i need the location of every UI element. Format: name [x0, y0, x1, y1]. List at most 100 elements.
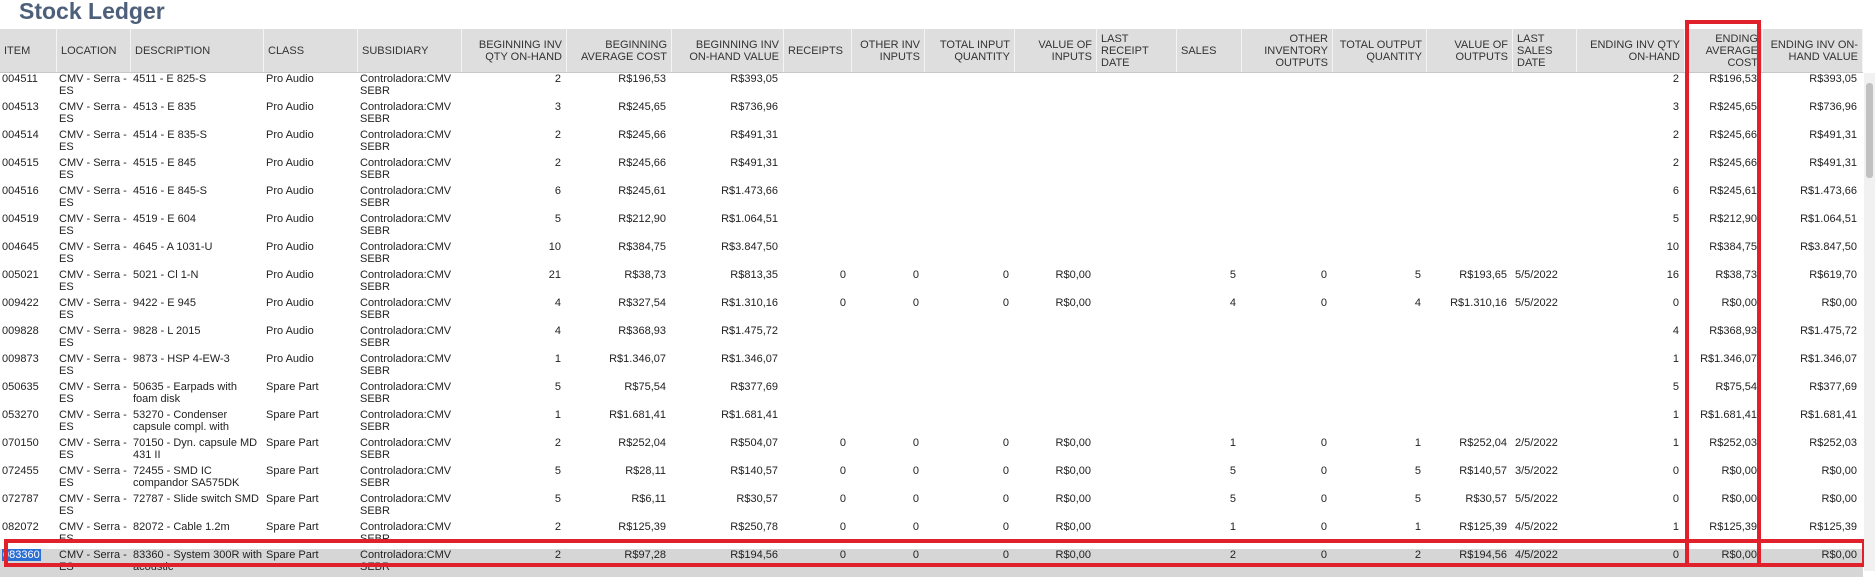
selected-item-text[interactable]: 083360	[2, 549, 41, 561]
cell-item[interactable]: 072787	[0, 493, 57, 507]
cell-item[interactable]: 004511	[0, 73, 57, 87]
cell-total-output	[1333, 185, 1427, 199]
cell-end-val: R$252,03	[1809, 437, 1857, 449]
column-header-class[interactable]: CLASS	[264, 29, 358, 72]
cell-beg-val: R$377,69	[730, 381, 778, 393]
cell-description: 9873 - HSP 4-EW-3	[133, 353, 230, 365]
table-row[interactable]: 082072 CMV - Serra - ES 82072 - Cable 1.2m…	[0, 521, 1863, 549]
table-row[interactable]: 005021 CMV - Serra - ES 5021 - Cl 1-N Pro A…	[0, 269, 1863, 297]
cell-item[interactable]: 072455	[0, 465, 57, 479]
table-row[interactable]: 009828 CMV - Serra - ES 9828 - L 2015 Pro A…	[0, 325, 1863, 353]
cell-beg-qty: 2	[554, 157, 561, 169]
table-row[interactable]: 009422 CMV - Serra - ES 9422 - E 945 Pro Au…	[0, 297, 1863, 325]
cell-end-avg: R$245,65	[1709, 101, 1757, 113]
table-row[interactable]: 053270 CMV - Serra - ES 53270 - Condenser …	[0, 409, 1863, 437]
column-header-sales[interactable]: SALES	[1177, 29, 1242, 72]
cell-last-receipt	[1097, 297, 1177, 311]
column-header-receipts[interactable]: RECEIPTS	[784, 29, 852, 72]
column-header-total-output[interactable]: TOTAL OUTPUT QUANTITY	[1333, 29, 1427, 72]
cell-receipts	[784, 241, 852, 255]
column-header-beg-val[interactable]: BEGINNING INV ON-HAND VALUE	[672, 29, 784, 72]
cell-end-qty: 1	[1672, 437, 1679, 449]
column-header-subsidiary[interactable]: SUBSIDIARY	[358, 29, 462, 72]
column-header-last-receipt[interactable]: LAST RECEIPT DATE	[1097, 29, 1177, 72]
cell-val-inputs: R$0,00	[1055, 521, 1091, 533]
cell-other-inputs	[852, 213, 925, 227]
cell-other-outputs: 0	[1320, 521, 1327, 533]
cell-receipts	[784, 73, 852, 87]
table-row[interactable]: 004514 CMV - Serra - ES 4514 - E 835-S Pro …	[0, 129, 1863, 157]
column-header-total-input[interactable]: TOTAL INPUT QUANTITY	[925, 29, 1015, 72]
cell-beg-val: R$250,78	[730, 521, 778, 533]
cell-total-output	[1333, 353, 1427, 367]
cell-item[interactable]: 083360	[0, 549, 57, 563]
cell-subsidiary: Controladora:CMV SEBR	[360, 409, 452, 433]
cell-item[interactable]: 009873	[0, 353, 57, 367]
cell-item[interactable]: 004519	[0, 213, 57, 227]
column-header-last-sales[interactable]: LAST SALES DATE	[1513, 29, 1577, 72]
cell-end-qty: 1	[1672, 521, 1679, 533]
column-header-end-avg[interactable]: ENDING AVERAGE COST	[1686, 29, 1763, 72]
cell-end-val: R$736,96	[1809, 101, 1857, 113]
column-header-beg-qty[interactable]: BEGINNING INV QTY ON-HAND	[462, 29, 567, 72]
vertical-scrollbar[interactable]	[1864, 73, 1875, 571]
cell-val-inputs	[1015, 241, 1097, 255]
cell-last-receipt	[1097, 213, 1177, 227]
cell-beg-qty: 5	[554, 465, 561, 477]
cell-item[interactable]: 004513	[0, 101, 57, 115]
cell-other-inputs	[852, 129, 925, 143]
column-header-other-inputs[interactable]: OTHER INV INPUTS	[852, 29, 925, 72]
cell-location: CMV - Serra - ES	[59, 241, 127, 265]
cell-beg-avg: R$368,93	[618, 325, 666, 337]
table-row[interactable]: 070150 CMV - Serra - ES 70150 - Dyn. capsu…	[0, 437, 1863, 465]
cell-sales: 2	[1229, 549, 1236, 561]
column-header-end-qty[interactable]: ENDING INV QTY ON-HAND	[1577, 29, 1685, 72]
table-row[interactable]: 004511 CMV - Serra - ES 4511 - E 825-S Pro …	[0, 73, 1863, 101]
cell-item[interactable]: 004645	[0, 241, 57, 255]
table-row[interactable]: 072787 CMV - Serra - ES 72787 - Slide swit…	[0, 493, 1863, 521]
cell-end-qty: 3	[1672, 101, 1679, 113]
cell-item[interactable]: 053270	[0, 409, 57, 423]
cell-end-qty: 2	[1672, 73, 1679, 85]
cell-item[interactable]: 004516	[0, 185, 57, 199]
cell-beg-avg: R$327,54	[618, 297, 666, 309]
table-row[interactable]: 004645 CMV - Serra - ES 4645 - A 1031-U Pro…	[0, 241, 1863, 269]
column-header-val-inputs[interactable]: VALUE OF INPUTS	[1015, 29, 1097, 72]
cell-item[interactable]: 050635	[0, 381, 57, 395]
cell-subsidiary: Controladora:CMV SEBR	[360, 493, 452, 517]
cell-end-val: R$0,00	[1821, 465, 1857, 477]
table-row[interactable]: 004519 CMV - Serra - ES 4519 - E 604 Pro Au…	[0, 213, 1863, 241]
column-header-val-outputs[interactable]: VALUE OF OUTPUTS	[1427, 29, 1513, 72]
column-header-end-val[interactable]: ENDING INV ON-HAND VALUE	[1763, 29, 1863, 72]
cell-other-outputs	[1242, 213, 1333, 227]
cell-item[interactable]: 009828	[0, 325, 57, 339]
cell-description: 4515 - E 845	[133, 157, 196, 169]
scrollbar-thumb[interactable]	[1866, 83, 1873, 178]
cell-beg-val: R$491,31	[730, 129, 778, 141]
table-row[interactable]: 004515 CMV - Serra - ES 4515 - E 845 Pro Au…	[0, 157, 1863, 185]
cell-item[interactable]: 070150	[0, 437, 57, 451]
cell-class: Pro Audio	[266, 101, 314, 113]
cell-end-qty: 1	[1672, 409, 1679, 421]
cell-other-outputs: 0	[1320, 493, 1327, 505]
column-header-other-outputs[interactable]: OTHER INVENTORY OUTPUTS	[1242, 29, 1333, 72]
cell-item[interactable]: 082072	[0, 521, 57, 535]
column-header-description[interactable]: DESCRIPTION	[131, 29, 264, 72]
cell-item[interactable]: 004514	[0, 129, 57, 143]
table-row[interactable]: 004513 CMV - Serra - ES 4513 - E 835 Pro Au…	[0, 101, 1863, 129]
column-header-beg-avg[interactable]: BEGINNING AVERAGE COST	[567, 29, 672, 72]
table-row[interactable]: 072455 CMV - Serra - ES 72455 - SMD IC com…	[0, 465, 1863, 493]
cell-last-receipt	[1097, 269, 1177, 283]
table-row[interactable]: 004516 CMV - Serra - ES 4516 - E 845-S Pro …	[0, 185, 1863, 213]
table-row[interactable]: 050635 CMV - Serra - ES 50635 - Earpads wi…	[0, 381, 1863, 409]
cell-total-input: 0	[1002, 437, 1009, 449]
cell-beg-val: R$1.473,66	[721, 185, 778, 197]
cell-item[interactable]: 004515	[0, 157, 57, 171]
column-header-location[interactable]: LOCATION	[57, 29, 131, 72]
cell-item[interactable]: 009422	[0, 297, 57, 311]
column-header-item[interactable]: ITEM	[0, 29, 57, 72]
table-row[interactable]: 009873 CMV - Serra - ES 9873 - HSP 4-EW-3 P…	[0, 353, 1863, 381]
cell-item[interactable]: 005021	[0, 269, 57, 283]
table-row[interactable]: 083360 CMV - Serra - ES 83360 - System 300…	[0, 549, 1863, 577]
cell-last-receipt	[1097, 437, 1177, 451]
